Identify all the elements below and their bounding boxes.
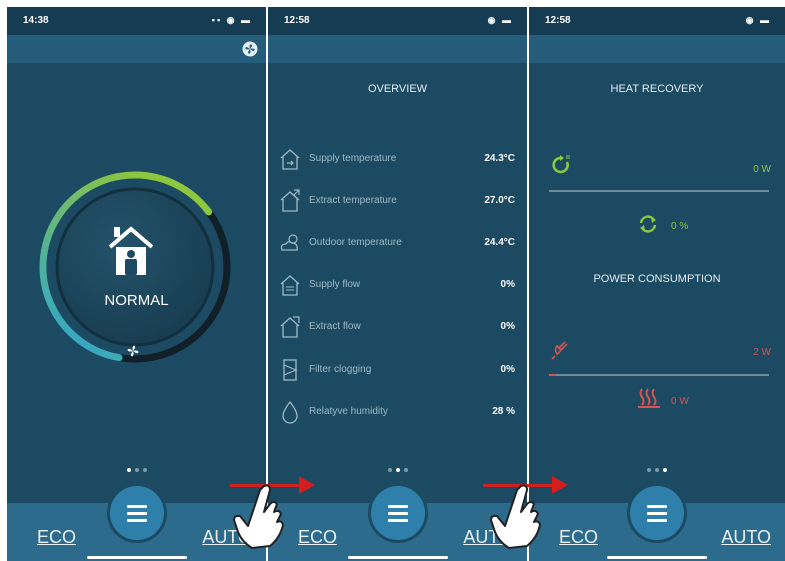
heater-icon <box>638 388 660 408</box>
page-dot <box>647 468 651 472</box>
overview-label: Outdoor temperature <box>309 237 402 248</box>
heat-recovery-line <box>549 190 769 192</box>
eco-button[interactable]: ECO <box>559 527 598 548</box>
page-dot <box>663 468 667 472</box>
fan-icon <box>127 345 139 357</box>
overview-title: OVERVIEW <box>367 83 428 95</box>
house-extract-icon <box>280 189 300 212</box>
swipe-arrow-head <box>552 476 568 494</box>
page-dot <box>655 468 659 472</box>
house-person-icon <box>108 226 154 275</box>
overview-label: Relatyve humidity <box>309 406 388 417</box>
overview-row-filter-clogging: Filter clogging 0% <box>278 355 515 385</box>
overview-label: Filter clogging <box>309 364 372 375</box>
water-drop-icon <box>282 400 298 424</box>
overview-label: Supply temperature <box>309 153 397 164</box>
overview-value: 24.3°C <box>484 153 515 164</box>
status-bar: 12:58 ◉ ▬ <box>268 7 527 35</box>
recovery-efficiency-icon <box>639 215 657 233</box>
power-consumption-title: POWER CONSUMPTION <box>593 273 721 285</box>
bottom-bar: ECO AUTO <box>529 483 785 561</box>
overview-row-supply-temperature: Supply temperature 24.3°C <box>278 144 515 174</box>
hamburger-icon <box>647 505 667 508</box>
page-indicator <box>268 459 527 477</box>
hamburger-line <box>387 519 408 522</box>
top-bar <box>268 35 527 63</box>
heat-recovery-icon <box>552 155 570 174</box>
power-plug-icon <box>551 341 568 360</box>
overview-label: Extract temperature <box>309 195 397 206</box>
overview-value: 0% <box>500 279 515 290</box>
fan-settings-icon[interactable] <box>242 41 258 57</box>
overview-value: 27.0°C <box>484 195 515 206</box>
power-value: 2 W <box>753 347 771 358</box>
heater-value: 0 W <box>671 396 689 407</box>
power-level-fill <box>549 374 556 376</box>
power-line <box>549 374 769 376</box>
home-screen: 14:38 ▪▪ ◉ ▬ NORMAL ECO AUTO <box>7 7 266 561</box>
swipe-hand-icon <box>490 484 541 549</box>
status-time: 12:58 <box>545 15 571 26</box>
page-dot <box>403 468 408 472</box>
page-dot <box>126 468 131 472</box>
overview-value: 0% <box>500 364 515 375</box>
overview-label: Supply flow <box>309 279 361 290</box>
status-time: 12:58 <box>284 15 310 26</box>
top-bar <box>7 35 266 63</box>
status-icons: ◉ ▬ <box>745 15 771 25</box>
swipe-hand-icon <box>233 484 284 549</box>
overview-value: 24.4°C <box>484 237 515 248</box>
overview-label: Extract flow <box>309 321 361 332</box>
status-time: 14:38 <box>23 15 49 26</box>
hamburger-line <box>387 512 408 515</box>
page-dot <box>387 468 392 472</box>
status-bar: 14:38 ▪▪ ◉ ▬ <box>7 7 266 35</box>
menu-button[interactable] <box>106 483 167 543</box>
home-indicator <box>347 556 448 559</box>
overview-row-supply-flow: Supply flow 0% <box>278 270 515 300</box>
outdoor-cloud-sun-icon <box>280 234 298 251</box>
hamburger-line <box>647 519 667 522</box>
heat-recovery-power: 0 W <box>753 164 771 175</box>
swipe-arrow-head <box>299 476 315 494</box>
mode-label: NORMAL <box>104 292 169 309</box>
overview-row-extract-temperature: Extract temperature 27.0°C <box>278 186 515 216</box>
filter-icon <box>283 359 298 381</box>
heat-recovery-title: HEAT RECOVERY <box>610 83 704 95</box>
page-dot <box>134 468 139 472</box>
eco-button[interactable]: ECO <box>298 527 337 548</box>
overview-row-humidity: Relatyve humidity 28 % <box>278 397 515 427</box>
overview-value: 0% <box>500 321 515 332</box>
hamburger-line <box>126 512 147 515</box>
extract-flow-icon <box>280 316 300 338</box>
overview-row-outdoor-temperature: Outdoor temperature 24.4°C <box>278 228 515 258</box>
bottom-bar: ECO AUTO <box>7 483 266 561</box>
page-dot <box>395 468 400 472</box>
hamburger-line <box>647 512 667 515</box>
page-dot <box>142 468 147 472</box>
page-indicator <box>529 459 785 477</box>
menu-button[interactable] <box>367 483 428 543</box>
overview-row-extract-flow: Extract flow 0% <box>278 312 515 342</box>
page-indicator <box>7 459 266 477</box>
heat-recovery-percent: 0 % <box>671 221 689 232</box>
auto-button[interactable]: AUTO <box>721 527 771 548</box>
status-icons: ◉ ▬ <box>487 15 513 25</box>
menu-button[interactable] <box>627 483 687 543</box>
supply-flow-icon <box>280 275 300 296</box>
hamburger-line <box>126 519 147 522</box>
eco-button[interactable]: ECO <box>37 527 76 548</box>
home-indicator <box>607 556 707 559</box>
overview-value: 28 % <box>492 406 515 417</box>
hamburger-icon <box>387 505 408 508</box>
house-supply-icon <box>280 149 300 170</box>
status-icons: ▪▪ ◉ ▬ <box>211 15 252 25</box>
hamburger-icon <box>126 505 147 508</box>
home-indicator <box>86 556 187 559</box>
status-bar: 12:58 ◉ ▬ <box>529 7 785 35</box>
top-bar <box>529 35 785 63</box>
